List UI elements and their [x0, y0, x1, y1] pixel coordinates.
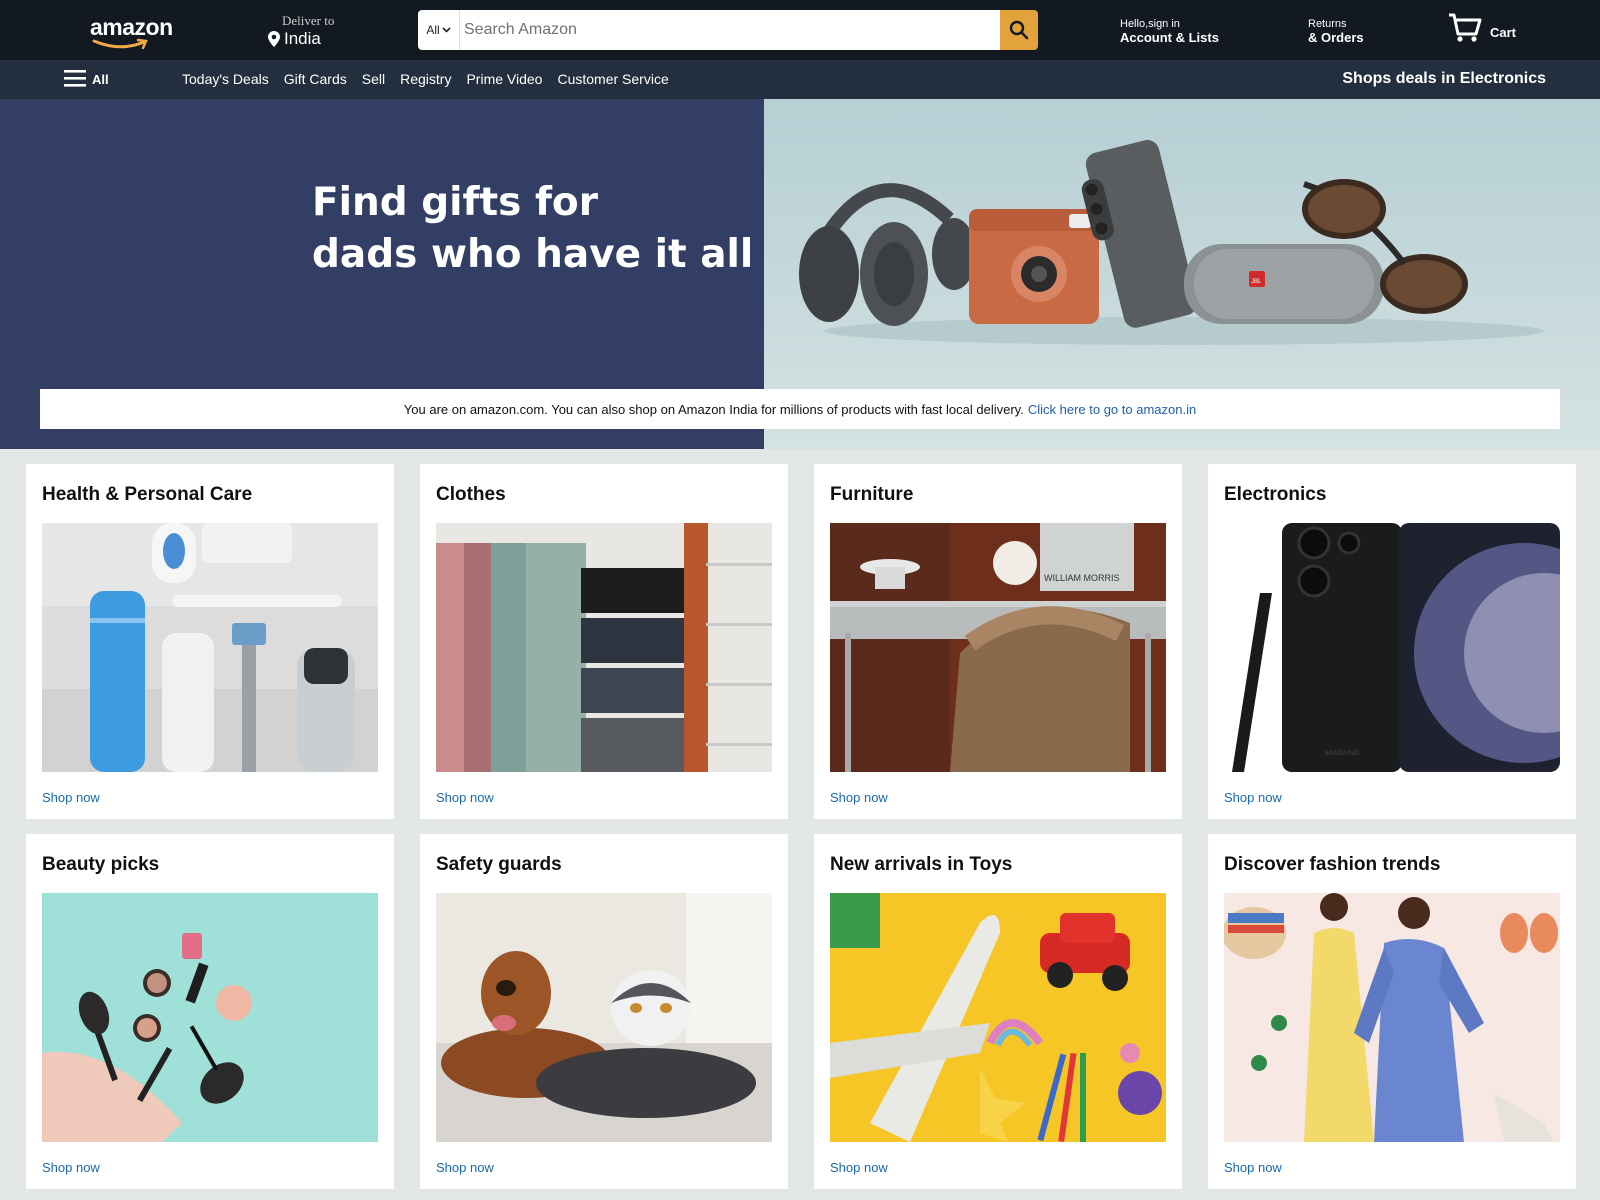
location-pin-icon	[268, 31, 280, 47]
card-title[interactable]: Beauty picks	[42, 854, 159, 876]
nav-link-gift-cards[interactable]: Gift Cards	[284, 71, 347, 87]
search-bar: All	[418, 10, 1038, 50]
top-header: amazon Deliver to India All H	[0, 0, 1600, 60]
card-title[interactable]: Safety guards	[436, 854, 562, 876]
locale-notice: You are on amazon.com. You can also shop…	[40, 389, 1560, 429]
search-icon	[1009, 20, 1029, 40]
nav-link-prime-video[interactable]: Prime Video	[466, 71, 542, 87]
nav-promo-link[interactable]: Shops deals in Electronics	[1342, 70, 1546, 88]
shop-now-link[interactable]: Shop now	[436, 1160, 494, 1175]
card-image-fashion[interactable]	[1224, 893, 1560, 1142]
deliver-label: Deliver to	[282, 13, 335, 28]
card-image-beauty[interactable]	[42, 893, 378, 1142]
card-image-electronics[interactable]: SAMSUNG	[1224, 523, 1560, 772]
category-card-clothes: Clothes Shop now	[420, 464, 788, 819]
hamburger-icon	[64, 70, 86, 87]
search-category-dropdown[interactable]: All	[418, 10, 460, 50]
card-image-clothes[interactable]	[436, 523, 772, 772]
notice-text: You are on amazon.com. You can also shop…	[403, 401, 1024, 417]
card-title[interactable]: New arrivals in Toys	[830, 854, 1012, 876]
card-image-furniture[interactable]: WILLIAM MORRIS	[830, 523, 1166, 772]
shop-now-link[interactable]: Shop now	[1224, 1160, 1282, 1175]
shop-now-link[interactable]: Shop now	[42, 1160, 100, 1175]
print-label: WILLIAM MORRIS	[1044, 573, 1120, 583]
nav-links: Today's Deals Gift Cards Sell Registry P…	[182, 71, 669, 87]
card-title[interactable]: Health & Personal Care	[42, 484, 252, 506]
card-title[interactable]: Discover fashion trends	[1224, 854, 1440, 876]
account-greeting: Hello,sign in	[1120, 18, 1180, 30]
shop-now-link[interactable]: Shop now	[830, 1160, 888, 1175]
nav-link-todays-deals[interactable]: Today's Deals	[182, 71, 269, 87]
account-label: Account & Lists	[1120, 30, 1219, 45]
card-title[interactable]: Furniture	[830, 484, 913, 506]
search-category-label: All	[426, 23, 440, 37]
cart-icon	[1449, 13, 1482, 42]
cart-button[interactable]: Cart	[1448, 12, 1516, 44]
search-button[interactable]	[1000, 10, 1038, 50]
card-image-health[interactable]	[42, 523, 378, 772]
shop-now-link[interactable]: Shop now	[830, 790, 888, 805]
category-card-electronics: Electronics SAMSUNG Shop now	[1208, 464, 1576, 819]
phone-brand-label: SAMSUNG	[1324, 750, 1359, 757]
speaker-image: JBL	[1184, 244, 1384, 324]
search-input[interactable]	[460, 10, 1000, 50]
category-card-beauty: Beauty picks Shop now	[26, 834, 394, 1189]
orders-label: & Orders	[1308, 30, 1364, 45]
shop-now-link[interactable]: Shop now	[1224, 790, 1282, 805]
hero-title-line1: Find gifts for	[312, 180, 598, 225]
category-card-furniture: Furniture WILLIAM MORRIS Shop now	[814, 464, 1182, 819]
category-card-health: Health & Personal Care Shop now	[26, 464, 394, 819]
card-image-safety[interactable]	[436, 893, 772, 1142]
smile-arrow-icon	[92, 38, 148, 50]
deliver-to[interactable]: Deliver to India	[268, 13, 334, 49]
instant-camera-image	[969, 209, 1099, 324]
category-card-fashion: Discover fashion trends Shop now	[1208, 834, 1576, 1189]
speaker-brand-label: JBL	[1251, 279, 1262, 285]
amazon-logo[interactable]: amazon	[90, 14, 173, 50]
deliver-location: India	[284, 29, 321, 48]
headphones-image	[799, 183, 976, 326]
category-grid: Health & Personal Care Shop now Clothes …	[26, 464, 1576, 1189]
hero-banner[interactable]: Find gifts for dads who have it all JBL …	[0, 99, 1600, 449]
nav-link-customer-service[interactable]: Customer Service	[557, 71, 668, 87]
all-menu-button[interactable]: All	[64, 69, 109, 87]
card-image-toys[interactable]	[830, 893, 1166, 1142]
returns-orders[interactable]: Returns & Orders	[1308, 17, 1364, 45]
nav-bar: All Today's Deals Gift Cards Sell Regist…	[0, 60, 1600, 99]
card-title[interactable]: Electronics	[1224, 484, 1326, 506]
hero-title-line2: dads who have it all	[312, 232, 754, 277]
nav-link-sell[interactable]: Sell	[362, 71, 385, 87]
chevron-down-icon	[442, 27, 451, 33]
nav-link-registry[interactable]: Registry	[400, 71, 451, 87]
all-menu-label: All	[92, 72, 109, 87]
shop-now-link[interactable]: Shop now	[436, 790, 494, 805]
go-to-amazon-in-link[interactable]: Click here to go to amazon.in	[1028, 402, 1196, 417]
card-title[interactable]: Clothes	[436, 484, 506, 506]
category-card-safety: Safety guards Shop now	[420, 834, 788, 1189]
shop-now-link[interactable]: Shop now	[42, 790, 100, 805]
account-lists[interactable]: Hello,sign in Account & Lists	[1120, 17, 1219, 45]
logo-text: amazon	[90, 14, 173, 40]
returns-label: Returns	[1308, 18, 1347, 30]
hero-title: Find gifts for dads who have it all	[312, 177, 772, 281]
cart-label: Cart	[1490, 25, 1517, 40]
category-card-toys: New arrivals in Toys Shop now	[814, 834, 1182, 1189]
